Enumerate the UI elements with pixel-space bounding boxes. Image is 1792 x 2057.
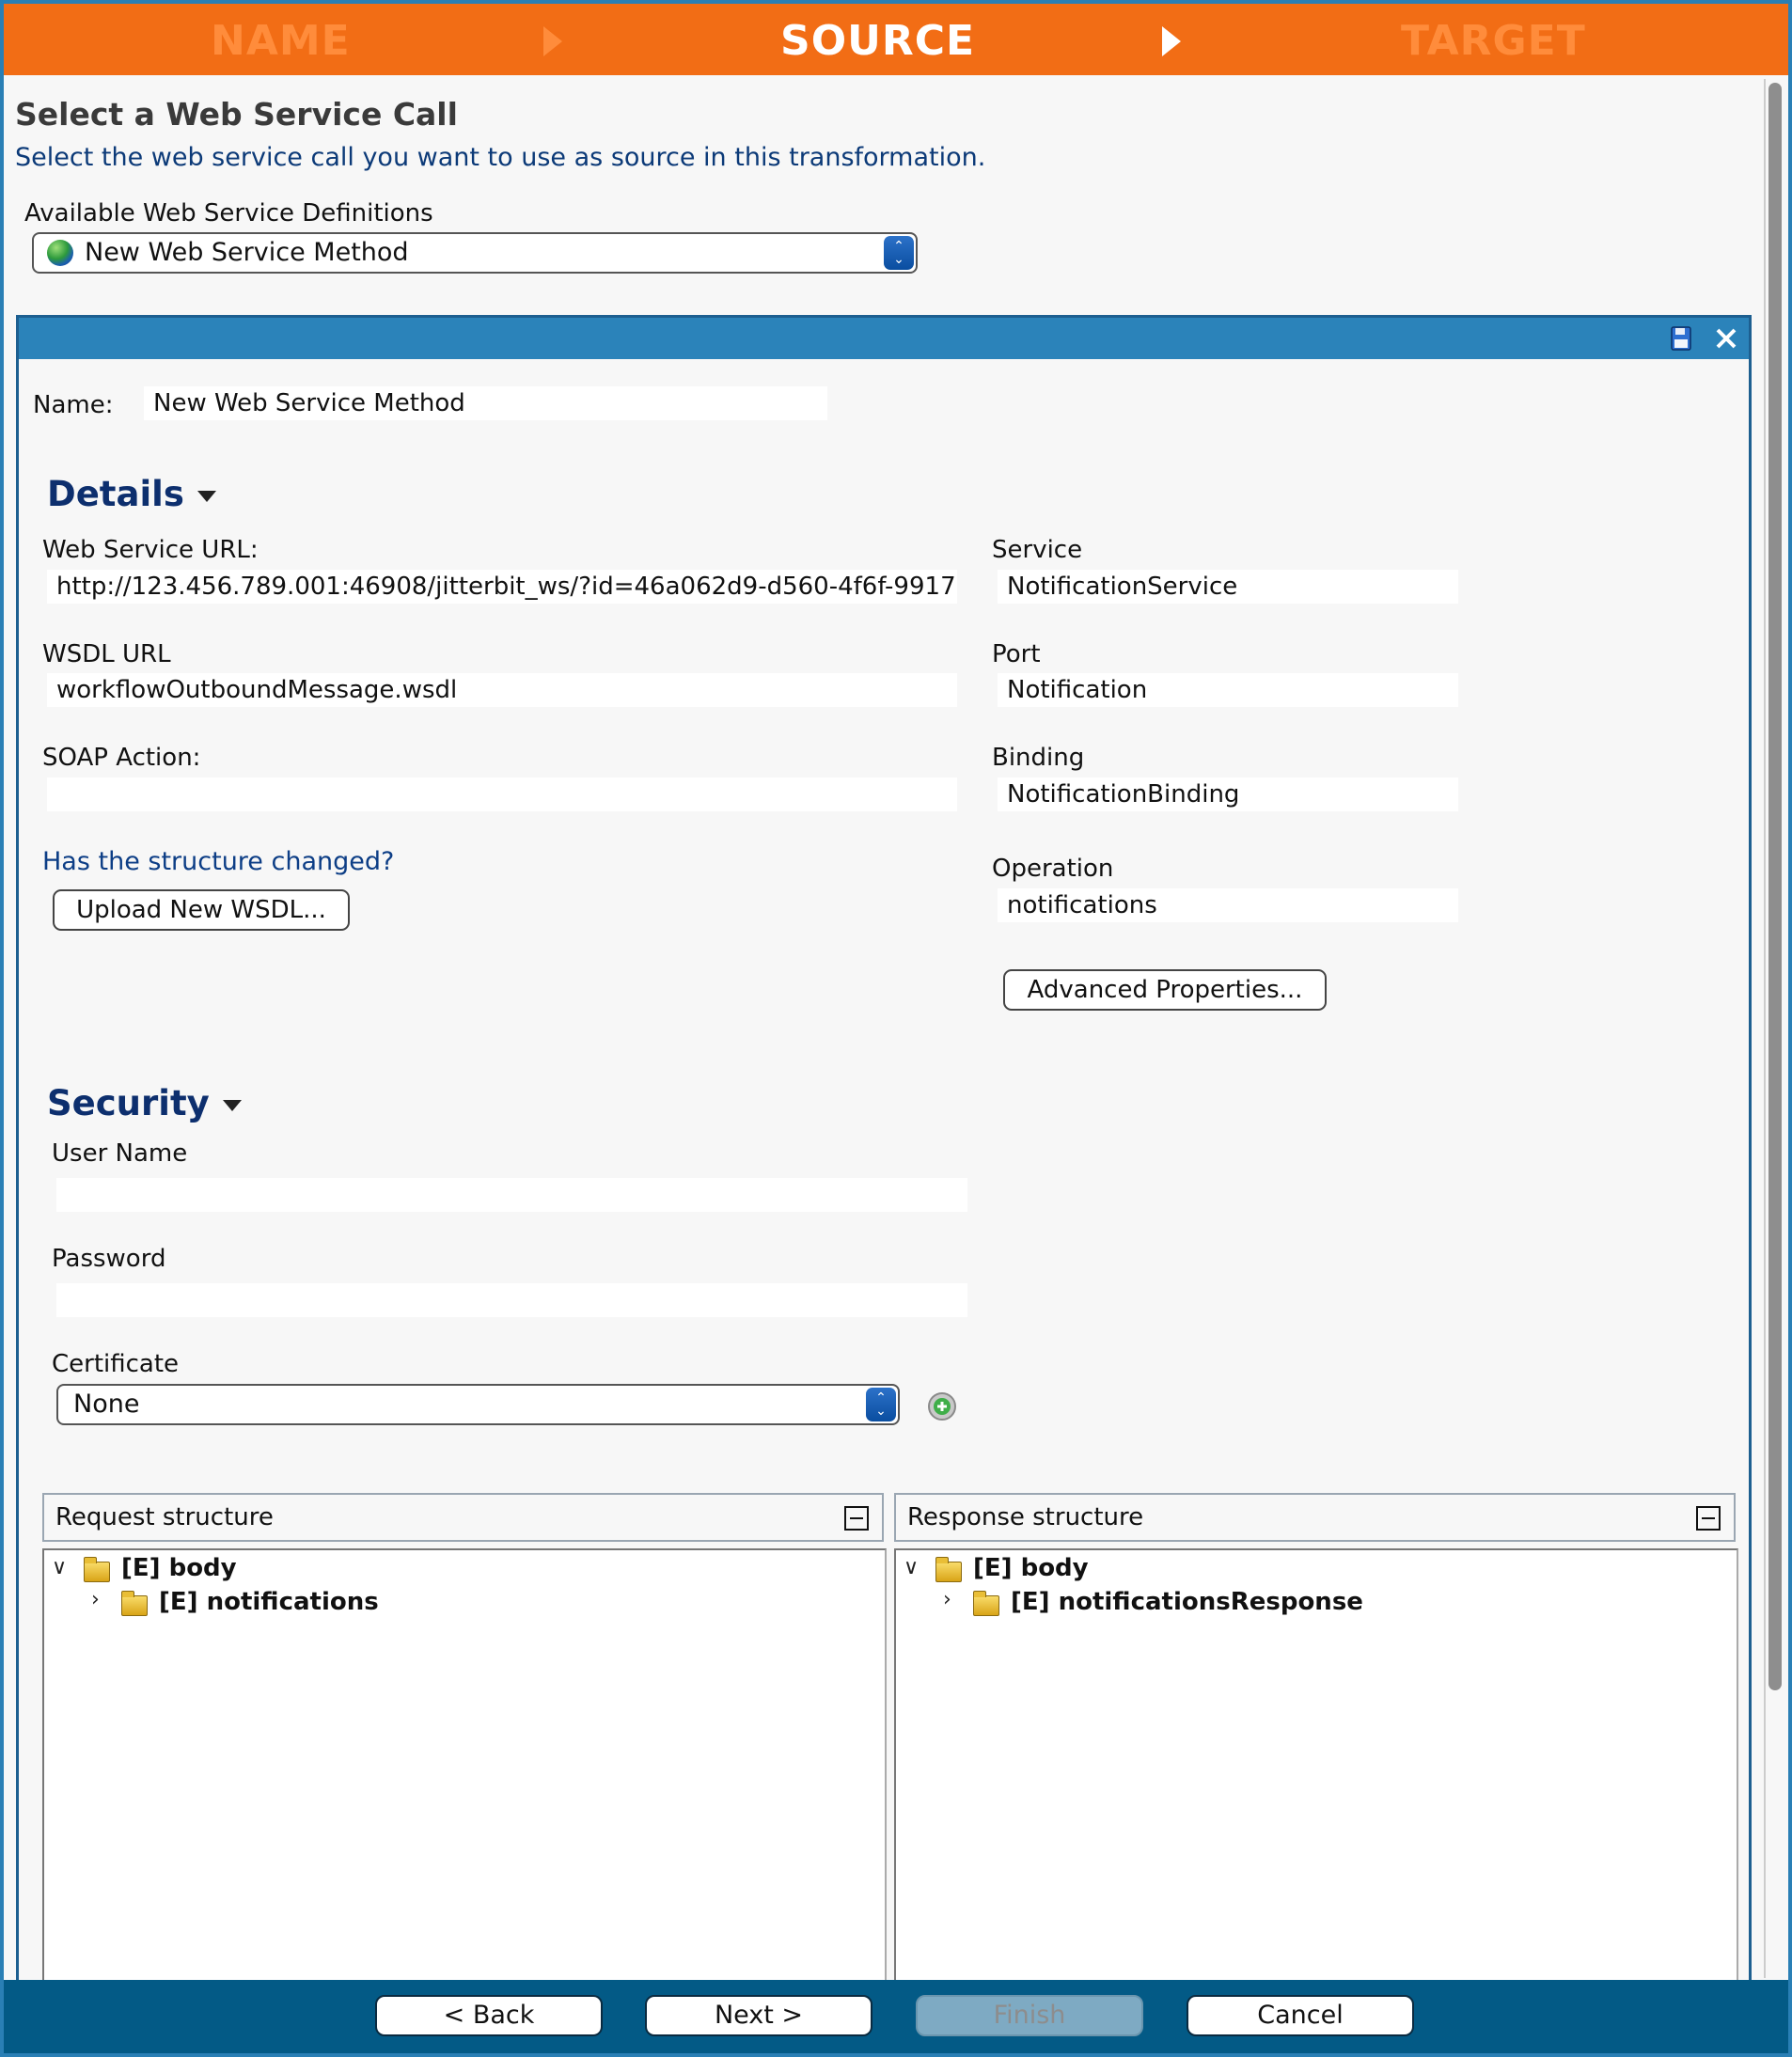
close-icon[interactable]	[1715, 327, 1737, 350]
definitions-label: Available Web Service Definitions	[24, 199, 433, 228]
tree-node[interactable]: [E] notificationsResponse	[1011, 1588, 1363, 1616]
soap-action-field[interactable]	[47, 777, 957, 811]
page-title: Select a Web Service Call	[15, 96, 458, 133]
wizard-steps-header: NAME SOURCE TARGET	[4, 4, 1788, 75]
tree-node[interactable]: [E] body	[973, 1554, 1089, 1582]
finish-button: Finish	[916, 1995, 1143, 2036]
wizard-footer: < Back Next > Finish Cancel	[4, 1980, 1788, 2053]
certificate-label: Certificate	[52, 1350, 180, 1378]
request-structure-tree: ∨ [E] body › [E] notifications	[42, 1548, 887, 2000]
password-label: Password	[52, 1245, 166, 1273]
step-target: TARGET	[1401, 17, 1586, 65]
step-arrow-icon	[1162, 26, 1181, 56]
scrollbar-thumb[interactable]	[1768, 83, 1782, 1690]
collapse-icon[interactable]	[1696, 1506, 1721, 1531]
response-structure-title: Response structure	[907, 1503, 1144, 1531]
definitions-selected-value: New Web Service Method	[85, 238, 409, 267]
operation-field[interactable]: notifications	[998, 888, 1458, 922]
response-structure-header: Response structure	[894, 1493, 1736, 1542]
step-arrow-icon	[543, 26, 562, 56]
cancel-button[interactable]: Cancel	[1187, 1995, 1414, 2036]
wizard-window: NAME SOURCE TARGET Select a Web Service …	[4, 4, 1788, 2053]
collapse-triangle-icon	[222, 1099, 242, 1111]
password-field[interactable]	[56, 1283, 967, 1317]
web-service-panel: Name: New Web Service Method Details Web…	[16, 315, 1752, 2053]
certificate-select[interactable]: None ⌃ ⌄	[56, 1384, 900, 1425]
username-label: User Name	[52, 1139, 188, 1168]
definitions-select[interactable]: New Web Service Method ⌃ ⌄	[32, 232, 918, 274]
structure-changed-link[interactable]: Has the structure changed?	[42, 847, 394, 876]
web-service-url-label: Web Service URL:	[42, 536, 259, 564]
details-heading[interactable]: Details	[47, 474, 216, 514]
chevron-right-icon[interactable]: ›	[91, 1588, 100, 1611]
username-field[interactable]	[56, 1178, 967, 1212]
wsdl-url-field[interactable]: workflowOutboundMessage.wsdl	[47, 673, 957, 707]
soap-action-label: SOAP Action:	[42, 744, 201, 772]
collapse-triangle-icon	[196, 490, 216, 502]
name-field[interactable]: New Web Service Method	[144, 386, 827, 420]
certificate-selected-value: None	[73, 1390, 140, 1419]
port-field[interactable]: Notification	[998, 673, 1458, 707]
operation-label: Operation	[992, 855, 1114, 883]
panel-titlebar	[19, 318, 1749, 359]
collapse-icon[interactable]	[844, 1506, 869, 1531]
step-source: SOURCE	[780, 17, 976, 65]
request-structure-title: Request structure	[55, 1503, 274, 1531]
wsdl-url-label: WSDL URL	[42, 640, 171, 668]
globe-icon	[47, 240, 73, 266]
chevron-down-icon[interactable]: ∨	[904, 1556, 919, 1579]
folder-icon	[121, 1591, 148, 1616]
back-button[interactable]: < Back	[375, 1995, 603, 2036]
tree-node[interactable]: [E] body	[121, 1554, 237, 1582]
service-label: Service	[992, 536, 1083, 564]
security-heading-text: Security	[47, 1083, 210, 1123]
security-heading[interactable]: Security	[47, 1083, 242, 1123]
add-certificate-icon[interactable]	[927, 1391, 957, 1421]
name-label: Name:	[33, 391, 114, 419]
folder-open-icon	[84, 1557, 110, 1582]
folder-open-icon	[935, 1557, 962, 1582]
response-structure-tree: ∨ [E] body › [E] notificationsResponse	[894, 1548, 1738, 2000]
web-service-url-field[interactable]: http://123.456.789.001:46908/jitterbit_w…	[47, 570, 957, 604]
chevron-right-icon[interactable]: ›	[943, 1588, 951, 1611]
binding-label: Binding	[992, 744, 1085, 772]
tree-node[interactable]: [E] notifications	[159, 1588, 379, 1616]
step-name: NAME	[211, 17, 351, 65]
save-icon[interactable]	[1670, 325, 1694, 352]
details-heading-text: Details	[47, 474, 184, 514]
chevron-down-icon[interactable]: ∨	[52, 1556, 67, 1579]
select-stepper-icon: ⌃ ⌄	[884, 236, 914, 270]
upload-wsdl-button[interactable]: Upload New WSDL...	[53, 889, 350, 931]
folder-icon	[973, 1591, 999, 1616]
port-label: Port	[992, 640, 1041, 668]
select-stepper-icon: ⌃ ⌄	[866, 1388, 896, 1421]
binding-field[interactable]: NotificationBinding	[998, 777, 1458, 811]
service-field[interactable]: NotificationService	[998, 570, 1458, 604]
request-structure-header: Request structure	[42, 1493, 884, 1542]
page-subtitle: Select the web service call you want to …	[15, 143, 986, 172]
next-button[interactable]: Next >	[645, 1995, 872, 2036]
advanced-properties-button[interactable]: Advanced Properties...	[1003, 969, 1327, 1011]
